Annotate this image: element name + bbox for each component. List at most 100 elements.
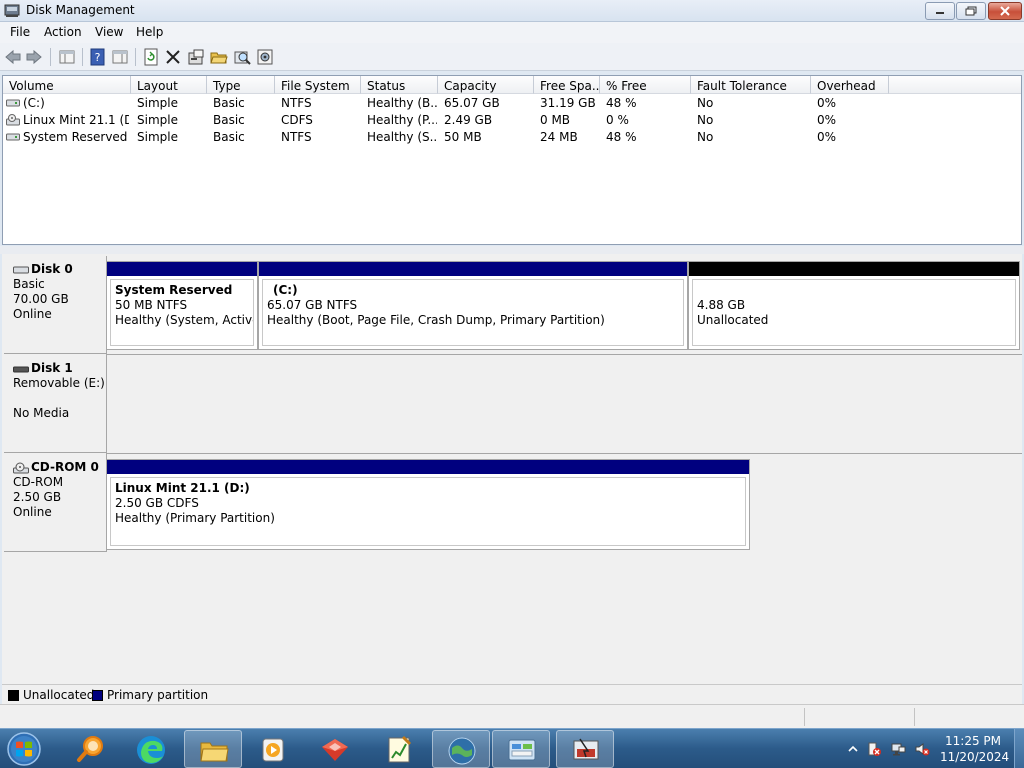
cd-drive-icon bbox=[13, 462, 29, 473]
show-desktop-button[interactable] bbox=[1014, 729, 1024, 768]
primary-partition-bar bbox=[259, 262, 687, 276]
cdrom-0-status: Online bbox=[13, 505, 52, 519]
column-header-fault-tolerance[interactable]: Fault Tolerance bbox=[691, 76, 811, 94]
chart-notepad-icon bbox=[388, 735, 412, 763]
restore-icon bbox=[965, 6, 977, 16]
volume-name: System Reserved bbox=[23, 130, 128, 144]
close-button[interactable] bbox=[988, 2, 1022, 20]
column-header-type[interactable]: Type bbox=[207, 76, 275, 94]
volume-overhead: 0% bbox=[817, 130, 837, 144]
taskbar: 11:25 PM 11/20/2024 bbox=[0, 728, 1024, 768]
column-header-volume[interactable]: Volume bbox=[3, 76, 131, 94]
partition-name: Linux Mint 21.1 (D:) bbox=[115, 481, 250, 495]
column-header-status[interactable]: Status bbox=[361, 76, 438, 94]
volume-name: Linux Mint 21.1 (D:) bbox=[23, 113, 129, 127]
volume-capacity: 2.49 GB bbox=[444, 113, 493, 127]
volume-capacity: 65.07 GB bbox=[444, 96, 500, 110]
folder-icon bbox=[200, 742, 229, 762]
minimize-button[interactable] bbox=[925, 2, 955, 20]
partition-details: 4.88 GB Unallocated bbox=[692, 279, 1016, 346]
partition-size: 2.50 GB CDFS bbox=[115, 496, 199, 510]
show-hidden-icons-icon[interactable] bbox=[845, 741, 861, 757]
action-center-icon[interactable] bbox=[866, 741, 882, 757]
properties-pane-icon[interactable] bbox=[111, 48, 129, 66]
title-bar: Disk Management bbox=[0, 0, 1024, 22]
volume-fault-tolerance: No bbox=[697, 113, 714, 127]
disk-1-status: No Media bbox=[13, 406, 70, 420]
hard-drive-icon bbox=[13, 266, 29, 273]
partition-linux-mint[interactable]: Linux Mint 21.1 (D:) 2.50 GB CDFS Health… bbox=[106, 459, 750, 550]
partition-unallocated[interactable]: 4.88 GB Unallocated bbox=[688, 261, 1020, 350]
taskbar-media-player[interactable] bbox=[244, 730, 302, 768]
disk-1-type: Removable (E:) bbox=[13, 376, 105, 390]
delete-icon[interactable] bbox=[164, 48, 182, 66]
taskbar-notepad-chart[interactable] bbox=[370, 730, 428, 768]
taskbar-edge[interactable] bbox=[122, 730, 180, 768]
volume-status: Healthy (B... bbox=[367, 96, 437, 110]
taskbar-file-explorer[interactable] bbox=[184, 730, 242, 768]
magnifier-icon bbox=[77, 736, 103, 762]
cdrom-0-type: CD-ROM bbox=[13, 475, 64, 489]
partition-status: Healthy (Boot, Page File, Crash Dump, Pr… bbox=[267, 313, 605, 327]
column-header-percent-free[interactable]: % Free bbox=[600, 76, 691, 94]
volume-file-system: CDFS bbox=[281, 113, 313, 127]
partition-size: 4.88 GB bbox=[697, 298, 746, 312]
cdrom-0-label[interactable]: CD-ROM 0 CD-ROM 2.50 GB Online bbox=[4, 454, 107, 552]
start-orb-icon[interactable] bbox=[4, 731, 44, 767]
toolbar-separator bbox=[50, 48, 51, 66]
volume-layout: Simple bbox=[137, 130, 178, 144]
volume-overhead: 0% bbox=[817, 96, 837, 110]
restore-button[interactable] bbox=[956, 2, 986, 20]
volume-status: Healthy (P... bbox=[367, 113, 437, 127]
volume-layout: Simple bbox=[137, 113, 178, 127]
forward-arrow-icon[interactable] bbox=[25, 48, 43, 66]
volume-type: Basic bbox=[213, 113, 245, 127]
taskbar-globe-app[interactable] bbox=[432, 730, 490, 768]
back-arrow-icon[interactable] bbox=[4, 48, 22, 66]
disk-1-name: Disk 1 bbox=[31, 361, 73, 375]
column-header-file-system[interactable]: File System bbox=[275, 76, 361, 94]
volume-muted-icon[interactable] bbox=[914, 741, 930, 757]
explore-icon[interactable] bbox=[233, 48, 251, 66]
disk-1-spacer bbox=[13, 391, 106, 406]
taskbar-disk-management[interactable] bbox=[556, 730, 614, 768]
menu-file[interactable]: File bbox=[10, 25, 30, 39]
status-bar bbox=[0, 704, 1024, 728]
column-header-free-space[interactable]: Free Spa... bbox=[534, 76, 600, 94]
partition-c[interactable]: (C:) 65.07 GB NTFS Healthy (Boot, Page F… bbox=[258, 261, 688, 350]
properties-icon[interactable] bbox=[187, 48, 205, 66]
show-hide-tree-icon[interactable] bbox=[58, 48, 76, 66]
volume-row-system-reserved[interactable]: System Reserved Simple Basic NTFS Health… bbox=[3, 129, 1021, 146]
window-title: Disk Management bbox=[26, 3, 135, 17]
disk-1-label[interactable]: Disk 1 Removable (E:) No Media bbox=[4, 355, 107, 453]
partition-system-reserved[interactable]: System Reserved 50 MB NTFS Healthy (Syst… bbox=[106, 261, 258, 350]
volume-name: (C:) bbox=[23, 96, 45, 110]
column-header-layout[interactable]: Layout bbox=[131, 76, 207, 94]
menu-view[interactable]: View bbox=[95, 25, 123, 39]
help-icon[interactable]: ? bbox=[89, 48, 107, 66]
column-header-overhead[interactable]: Overhead bbox=[811, 76, 889, 94]
volume-row-c[interactable]: (C:) Simple Basic NTFS Healthy (B... 65.… bbox=[3, 95, 1021, 112]
refresh-icon[interactable] bbox=[142, 48, 160, 66]
menu-action[interactable]: Action bbox=[44, 25, 82, 39]
pane-splitter[interactable] bbox=[0, 246, 1024, 254]
column-header-capacity[interactable]: Capacity bbox=[438, 76, 534, 94]
taskbar-control-panel[interactable] bbox=[492, 730, 550, 768]
partition-details: (C:) 65.07 GB NTFS Healthy (Boot, Page F… bbox=[262, 279, 684, 346]
cdrom-0-size: 2.50 GB bbox=[13, 490, 62, 504]
open-folder-icon[interactable] bbox=[210, 48, 228, 66]
minimize-icon bbox=[936, 12, 944, 14]
taskbar-search[interactable] bbox=[62, 730, 120, 768]
volume-overhead: 0% bbox=[817, 113, 837, 127]
network-icon[interactable] bbox=[890, 741, 906, 757]
legend-unallocated: Unallocated bbox=[23, 688, 95, 702]
volume-file-system: NTFS bbox=[281, 130, 312, 144]
disk-0-label[interactable]: Disk 0 Basic 70.00 GB Online bbox=[4, 256, 107, 354]
disk-settings-icon[interactable] bbox=[256, 48, 274, 66]
toolbar-separator bbox=[135, 48, 136, 66]
hard-drive-icon bbox=[6, 133, 20, 141]
taskbar-clock[interactable]: 11:25 PM 11/20/2024 bbox=[940, 733, 1009, 765]
volume-row-d[interactable]: Linux Mint 21.1 (D:) Simple Basic CDFS H… bbox=[3, 112, 1021, 129]
menu-help[interactable]: Help bbox=[136, 25, 163, 39]
taskbar-red-app[interactable] bbox=[306, 730, 364, 768]
